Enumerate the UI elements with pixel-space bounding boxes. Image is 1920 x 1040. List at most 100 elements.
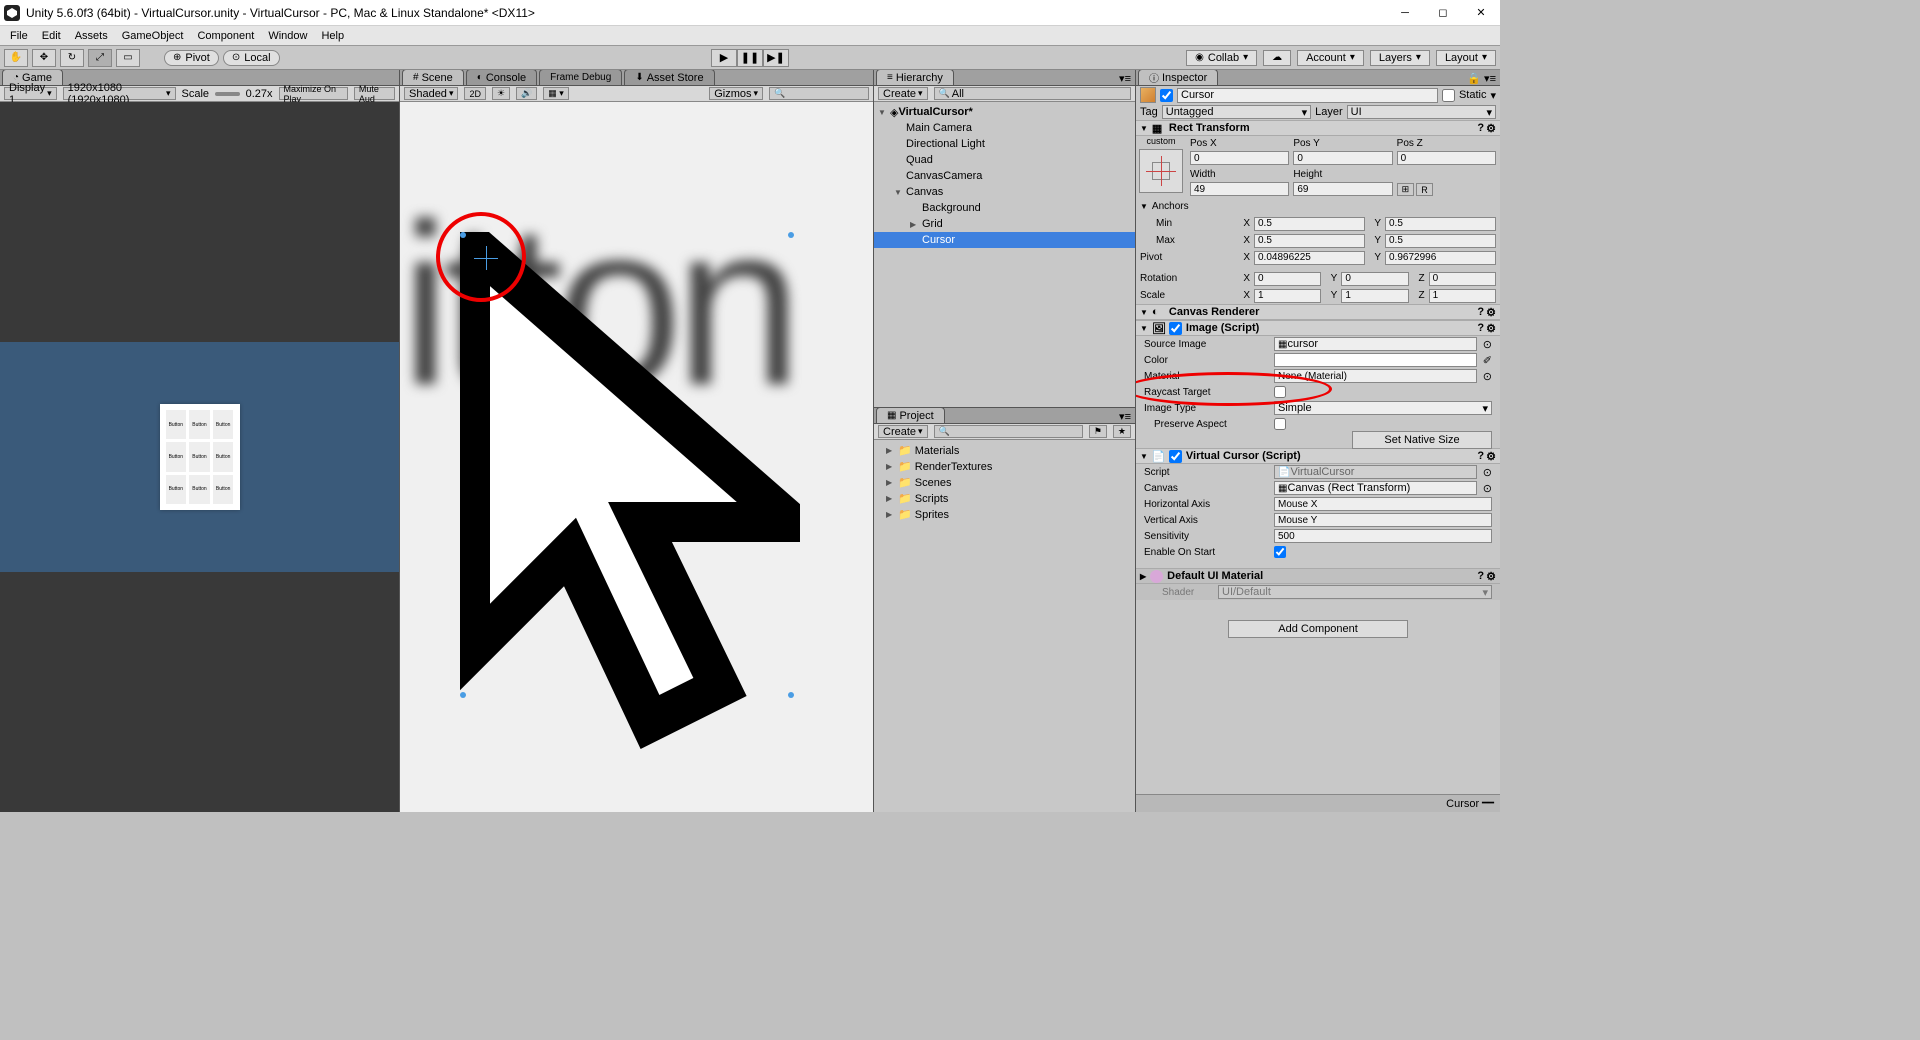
name-field[interactable] — [1177, 88, 1438, 103]
tab-assetstore[interactable]: ⬇ Asset Store — [624, 69, 714, 85]
hierarchy-create-dropdown[interactable]: Create ▾ — [878, 87, 928, 100]
height-field[interactable]: 69 — [1293, 182, 1392, 196]
layout-dropdown[interactable]: Layout ▾ — [1436, 50, 1496, 66]
gear-icon[interactable]: ⚙ — [1486, 122, 1496, 135]
image-type-dropdown[interactable]: Simple▾ — [1274, 401, 1492, 415]
tab-scene[interactable]: # Scene — [402, 69, 464, 85]
menu-component[interactable]: Component — [191, 28, 260, 44]
hierarchy-search[interactable]: 🔍All — [934, 87, 1131, 100]
vaxis-field[interactable]: Mouse Y — [1274, 513, 1492, 527]
maximize-toggle[interactable]: Maximize On Play — [279, 87, 348, 100]
hierarchy-item[interactable]: Directional Light — [874, 136, 1135, 152]
project-folder[interactable]: ▶📁 Sprites — [874, 506, 1135, 522]
raycast-target-checkbox[interactable] — [1274, 386, 1286, 398]
posx-field[interactable]: 0 — [1190, 151, 1289, 165]
tab-project[interactable]: ▦ Project — [876, 407, 945, 423]
pivot-x[interactable] — [1254, 251, 1365, 265]
project-folder[interactable]: ▶📁 Scenes — [874, 474, 1135, 490]
move-tool-button[interactable]: ✥ — [32, 49, 56, 67]
project-folder[interactable]: ▶📁 Scripts — [874, 490, 1135, 506]
blueprint-mode-button[interactable]: ⊞ — [1397, 183, 1415, 196]
cloud-button[interactable]: ☁ — [1263, 50, 1291, 66]
color-field[interactable] — [1274, 353, 1477, 367]
lighting-toggle[interactable]: ☀ — [492, 87, 510, 100]
hierarchy-item[interactable]: ▶Grid — [874, 216, 1135, 232]
scale-x[interactable] — [1254, 289, 1321, 303]
project-folder[interactable]: ▶📁 Materials — [874, 442, 1135, 458]
static-checkbox[interactable] — [1442, 89, 1455, 102]
material-header[interactable]: ▶Default UI Material?⚙ — [1136, 568, 1500, 584]
cursor-sprite[interactable] — [460, 232, 800, 775]
hierarchy-item[interactable]: Main Camera — [874, 120, 1135, 136]
panel-menu-icon[interactable]: ▾≡ — [1115, 72, 1135, 85]
pivot-toggle[interactable]: ⊕ Pivot — [164, 50, 219, 66]
hierarchy-item[interactable]: CanvasCamera — [874, 168, 1135, 184]
scale-slider[interactable] — [215, 92, 240, 96]
favorites-icon[interactable]: ★ — [1113, 425, 1131, 438]
collab-dropdown[interactable]: ◉ Collab ▾ — [1186, 50, 1257, 66]
scale-y[interactable] — [1341, 289, 1408, 303]
audio-toggle[interactable]: 🔊 — [516, 87, 537, 100]
hierarchy-item[interactable]: Cursor — [874, 232, 1135, 248]
lock-icon[interactable]: 🔒 ▾≡ — [1463, 72, 1500, 85]
close-button[interactable]: ✕ — [1466, 2, 1496, 24]
image-header[interactable]: ▼🖼Image (Script)?⚙ — [1136, 320, 1500, 336]
help-icon[interactable]: ? — [1477, 306, 1484, 319]
local-toggle[interactable]: ⊙ Local — [223, 50, 280, 66]
rect-tool-button[interactable]: ▭ — [116, 49, 140, 67]
anchor-max-y[interactable] — [1385, 234, 1496, 248]
enable-on-start-checkbox[interactable] — [1274, 546, 1286, 558]
play-button[interactable]: ▶ — [711, 49, 737, 67]
selection-handle[interactable] — [788, 232, 794, 238]
object-picker-icon[interactable]: ⊙ — [1483, 338, 1492, 351]
gear-icon[interactable]: ⚙ — [1486, 450, 1496, 463]
set-native-size-button[interactable]: Set Native Size — [1352, 431, 1492, 449]
scene-root[interactable]: ▼◈ VirtualCursor* — [874, 104, 1135, 120]
active-checkbox[interactable] — [1160, 89, 1173, 102]
scene-view[interactable]: itton — [400, 102, 873, 812]
gear-icon[interactable]: ⚙ — [1486, 322, 1496, 335]
material-field[interactable]: None (Material) — [1274, 369, 1477, 383]
account-dropdown[interactable]: Account ▾ — [1297, 50, 1364, 66]
hierarchy-item[interactable]: Background — [874, 200, 1135, 216]
fx-toggle[interactable]: ▦ ▾ — [543, 87, 569, 100]
vcursor-enabled[interactable] — [1169, 450, 1182, 463]
scale-z[interactable] — [1429, 289, 1496, 303]
object-picker-icon[interactable]: ⊙ — [1483, 466, 1492, 479]
image-enabled[interactable] — [1169, 322, 1182, 335]
object-picker-icon[interactable]: ⊙ — [1483, 370, 1492, 383]
posy-field[interactable]: 0 — [1293, 151, 1392, 165]
resolution-dropdown[interactable]: 1920x1080 (1920x1080) ▾ — [63, 87, 176, 100]
pivot-y[interactable] — [1385, 251, 1496, 265]
rot-x[interactable] — [1254, 272, 1321, 286]
shaded-dropdown[interactable]: Shaded ▾ — [404, 87, 458, 100]
project-search[interactable]: 🔍 — [934, 425, 1083, 438]
raw-edit-button[interactable]: R — [1416, 183, 1433, 196]
preserve-aspect-checkbox[interactable] — [1274, 418, 1286, 430]
anchor-max-x[interactable] — [1254, 234, 1365, 248]
scale-tool-button[interactable]: ⤢ — [88, 49, 112, 67]
hierarchy-item[interactable]: Quad — [874, 152, 1135, 168]
menu-gameobject[interactable]: GameObject — [116, 28, 190, 44]
anchor-preset-button[interactable] — [1139, 149, 1183, 193]
help-icon[interactable]: ? — [1477, 122, 1484, 135]
mute-toggle[interactable]: Mute Aud — [354, 87, 395, 100]
gear-icon[interactable]: ⚙ — [1486, 306, 1496, 319]
tab-hierarchy[interactable]: ≡ Hierarchy — [876, 69, 954, 85]
menu-file[interactable]: File — [4, 28, 34, 44]
minimize-button[interactable]: ─ — [1390, 2, 1420, 24]
maximize-button[interactable]: ◻ — [1428, 2, 1458, 24]
filter-icon[interactable]: ⚑ — [1089, 425, 1107, 438]
tag-dropdown[interactable]: Untagged▾ — [1162, 105, 1311, 119]
rot-z[interactable] — [1429, 272, 1496, 286]
menu-window[interactable]: Window — [262, 28, 313, 44]
virtual-cursor-header[interactable]: ▼📄Virtual Cursor (Script)?⚙ — [1136, 448, 1500, 464]
pause-button[interactable]: ❚❚ — [737, 49, 763, 67]
canvas-field[interactable]: ▦ Canvas (Rect Transform) — [1274, 481, 1477, 495]
menu-assets[interactable]: Assets — [69, 28, 114, 44]
rotate-tool-button[interactable]: ↻ — [60, 49, 84, 67]
scene-search[interactable]: 🔍 — [769, 87, 869, 100]
posz-field[interactable]: 0 — [1397, 151, 1496, 165]
rect-transform-header[interactable]: ▼▦Rect Transform?⚙ — [1136, 120, 1500, 136]
panel-menu-icon[interactable]: ▾≡ — [1115, 410, 1135, 423]
